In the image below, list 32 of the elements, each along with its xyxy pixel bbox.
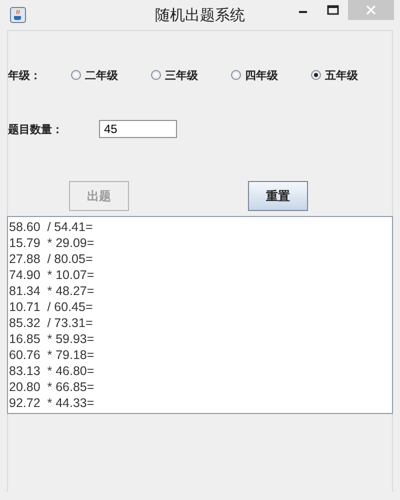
grade-label: 年级： xyxy=(8,68,42,82)
question-line: 15.79 * 29.09= xyxy=(8,235,96,251)
window-title: 随机出题系统 xyxy=(154,6,246,24)
radio-circle[interactable] xyxy=(151,70,161,80)
question-line: 83.13 * 46.80= xyxy=(8,363,96,379)
radio-label: 三年级 xyxy=(165,68,198,82)
question-line: 10.71 / 60.45= xyxy=(8,299,94,315)
radio-circle[interactable] xyxy=(231,70,241,80)
question-line: 74.90 * 10.07= xyxy=(8,267,96,283)
radio-label: 五年级 xyxy=(325,68,358,82)
question-line: 92.72 * 44.33= xyxy=(8,395,96,411)
question-line: 58.60 / 54.41= xyxy=(8,219,94,235)
maximize-icon xyxy=(327,5,339,15)
reset-button[interactable]: 重置 xyxy=(248,181,308,211)
count-label: 题目数量： xyxy=(8,122,64,136)
question-line: 20.80 * 66.85= xyxy=(8,379,96,395)
question-line: 60.76 * 79.18= xyxy=(8,347,96,363)
count-field[interactable]: 45 xyxy=(99,120,177,138)
radio-circle[interactable] xyxy=(311,70,321,80)
question-line: 81.34 * 48.27= xyxy=(8,283,96,299)
question-line: 16.85 * 59.93= xyxy=(8,331,96,347)
grade-radio[interactable]: 二年级 xyxy=(71,68,151,82)
grade-radio[interactable]: 五年级 xyxy=(311,68,391,82)
grade-radio[interactable]: 四年级 xyxy=(231,68,311,82)
radio-label: 二年级 xyxy=(85,68,118,82)
radio-circle[interactable] xyxy=(71,70,81,80)
question-line: 27.88 / 80.05= xyxy=(8,251,94,267)
radio-label: 四年级 xyxy=(245,68,278,82)
close-icon xyxy=(366,5,376,15)
question-line: 85.32 / 73.31= xyxy=(8,315,94,331)
cup-icon xyxy=(10,7,26,23)
grade-radio[interactable]: 三年级 xyxy=(151,68,231,82)
